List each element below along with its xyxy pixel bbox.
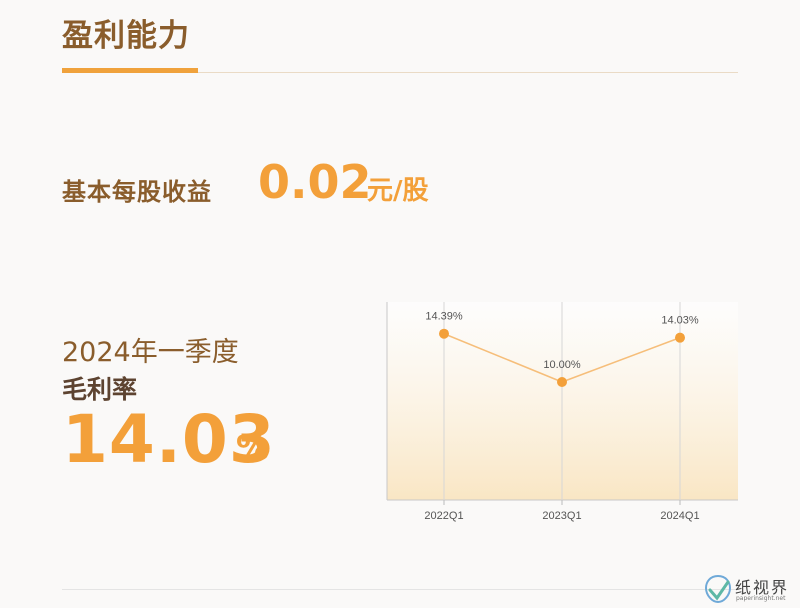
gross-margin-chart: 2022Q1 2023Q1 2024Q1 14.39% 10.00% 14.03% — [386, 302, 738, 522]
chart-data-point — [675, 332, 685, 343]
chart-x-tick-label: 2023Q1 — [542, 510, 581, 522]
chart-x-tick-label: 2022Q1 — [424, 510, 463, 522]
chart-data-label: 14.39% — [425, 311, 463, 323]
chart-x-tick-label: 2024Q1 — [660, 510, 699, 522]
chart-data-label: 14.03% — [661, 315, 699, 327]
watermark: 纸视界 paperinsight.net — [704, 572, 800, 608]
watermark-logo-icon — [704, 574, 732, 604]
watermark-subtitle: paperinsight.net — [736, 595, 786, 602]
chart-data-point — [557, 377, 567, 387]
chart-data-label: 10.00% — [543, 359, 581, 371]
bottom-divider — [62, 589, 738, 590]
chart-data-point — [439, 328, 449, 339]
